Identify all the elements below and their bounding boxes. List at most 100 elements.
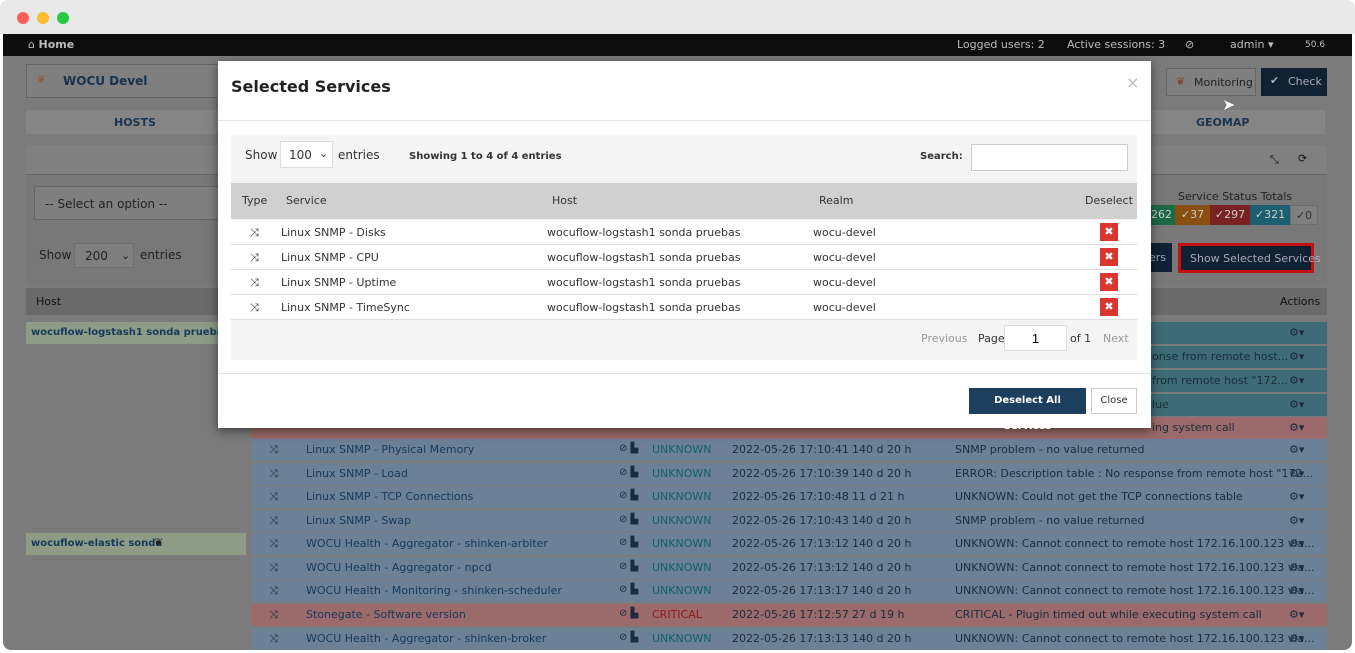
disable-and-graph-icons[interactable]: ⊘ ▙: [619, 514, 638, 525]
actions-gear-icon[interactable]: ⚙▾: [1289, 398, 1304, 411]
table-row[interactable]: ⤨ WOCU Health - Aggregator - npcd ⊘ ▙ UN…: [251, 557, 1327, 579]
deselect-button[interactable]: ✖: [1100, 298, 1118, 316]
badge-pending[interactable]: ✓0: [1290, 205, 1318, 225]
chevron-down-icon: ⌄: [121, 249, 131, 262]
table-row[interactable]: ⤨ Linux SNMP - TCP Connections ⊘ ▙ UNKNO…: [251, 486, 1327, 508]
monitoring-button[interactable]: ❦ Monitoring: [1166, 68, 1256, 96]
deselect-button[interactable]: ✖: [1100, 273, 1118, 291]
row-message: UNKNOWN: Could not get the TCP connectio…: [955, 490, 1243, 503]
check-circle-icon: ✔: [1270, 74, 1280, 87]
service-link[interactable]: Linux SNMP - Load: [306, 467, 408, 480]
disable-and-graph-icons[interactable]: ⊘ ▙: [619, 537, 638, 548]
actions-gear-icon[interactable]: ⚙▾: [1289, 374, 1304, 387]
badge-unknown[interactable]: ✓321: [1250, 205, 1290, 225]
status-label: UNKNOWN: [652, 490, 712, 503]
deselect-all-button[interactable]: Deselect All Services: [969, 388, 1086, 432]
tab-hosts[interactable]: HOSTS: [114, 116, 156, 129]
home-link[interactable]: ⌂ Home: [28, 38, 74, 51]
actions-gear-icon[interactable]: ⚙▾: [1289, 561, 1304, 574]
dashboard-icon[interactable]: ⊘: [1185, 38, 1194, 51]
actions-gear-icon[interactable]: ⚙▾: [1289, 350, 1304, 363]
actions-gear-icon[interactable]: ⚙▾: [1289, 490, 1304, 503]
status-totals-title: Service Status Totals: [1178, 190, 1293, 203]
minimize-window-button[interactable]: [37, 12, 49, 24]
actions-gear-icon[interactable]: ⚙▾: [1289, 421, 1304, 434]
actions-gear-icon[interactable]: ⚙▾: [1289, 467, 1304, 480]
divider: [218, 120, 1151, 121]
shuffle-icon: ⤨: [250, 251, 259, 264]
badge-critical[interactable]: ✓297: [1210, 205, 1250, 225]
divider: [218, 373, 1151, 374]
status-label: UNKNOWN: [652, 537, 712, 550]
shuffle-icon: ⤨: [269, 537, 278, 550]
disable-and-graph-icons[interactable]: ⊘ ▙: [619, 561, 638, 572]
disable-and-graph-icons[interactable]: ⊘ ▙: [619, 467, 638, 478]
host-cell[interactable]: wocuflow-logstash1 sonda pruebas: [26, 322, 246, 344]
show-selected-services-button[interactable]: Show Selected Services: [1178, 243, 1321, 273]
status-label: UNKNOWN: [652, 514, 712, 527]
active-sessions: Active sessions: 3: [1067, 38, 1166, 51]
option-select[interactable]: -- Select an option --: [34, 186, 224, 220]
host-cell[interactable]: wocuflow-elastic sonda ❦: [26, 533, 246, 555]
row-message: SNMP problem - no value returned: [955, 514, 1145, 527]
tab-geomap[interactable]: GEOMAP: [1196, 116, 1249, 129]
actions-gear-icon[interactable]: ⚙▾: [1289, 608, 1304, 621]
disable-and-graph-icons[interactable]: ⊘ ▙: [619, 490, 638, 501]
row-message: UNKNOWN: Cannot connect to remote host 1…: [955, 561, 1315, 574]
realm-selector[interactable]: ❦ WOCU Devel: [26, 64, 220, 98]
status-label: UNKNOWN: [652, 443, 712, 456]
service-link[interactable]: Linux SNMP - Swap: [306, 514, 411, 527]
disable-and-graph-icons[interactable]: ⊘ ▙: [619, 443, 638, 454]
table-row[interactable]: ⤨ Linux SNMP - Load ⊘ ▙ UNKNOWN 2022-05-…: [251, 463, 1327, 485]
wocu-logo-icon: ❦: [37, 73, 47, 86]
maximize-window-button[interactable]: [57, 12, 69, 24]
duration: 27 d 19 h: [852, 608, 905, 621]
service-link[interactable]: Stonegate - Software version: [306, 608, 466, 621]
service-link[interactable]: WOCU Health - Monitoring - shinken-sched…: [306, 584, 562, 597]
deselect-button[interactable]: ✖: [1100, 223, 1118, 241]
close-button[interactable]: Close: [1091, 388, 1137, 414]
table-row[interactable]: ⤨ WOCU Health - Aggregator - shinken-bro…: [251, 628, 1327, 650]
entries-info: Showing 1 to 4 of 4 entries: [409, 151, 562, 162]
table-row[interactable]: ⤨ Stonegate - Software version ⊘ ▙ CRITI…: [251, 604, 1327, 626]
duration: 140 d 20 h: [852, 443, 912, 456]
disable-and-graph-icons[interactable]: ⊘ ▙: [619, 632, 638, 643]
deselect-button[interactable]: ✖: [1100, 248, 1118, 266]
table-row[interactable]: ⤨ WOCU Health - Aggregator - shinken-arb…: [251, 533, 1327, 555]
actions-gear-icon[interactable]: ⚙▾: [1289, 584, 1304, 597]
user-menu[interactable]: admin ▾: [1230, 38, 1274, 51]
page-input[interactable]: [1004, 325, 1067, 351]
modal-search-input[interactable]: [971, 144, 1128, 171]
badge-ok[interactable]: 262: [1148, 205, 1175, 225]
service-link[interactable]: WOCU Health - Aggregator - shinken-arbit…: [306, 537, 548, 550]
next-button[interactable]: Next: [1103, 332, 1129, 345]
modal-entries-select[interactable]: 100 ⌄: [280, 141, 333, 168]
actions-gear-icon[interactable]: ⚙▾: [1289, 537, 1304, 550]
badge-warning[interactable]: ✓37: [1175, 205, 1210, 225]
disable-and-graph-icons[interactable]: ⊘ ▙: [619, 608, 638, 619]
table-row[interactable]: ⤨ Linux SNMP - Swap ⊘ ▙ UNKNOWN 2022-05-…: [251, 510, 1327, 532]
previous-button[interactable]: Previous: [921, 332, 968, 345]
close-window-button[interactable]: [17, 12, 29, 24]
check-button[interactable]: ✔ Check: [1261, 68, 1327, 96]
actions-gear-icon[interactable]: ⚙▾: [1289, 443, 1304, 456]
last-check: 2022-05-26 17:10:43: [732, 514, 849, 527]
service-link[interactable]: WOCU Health - Aggregator - npcd: [306, 561, 492, 574]
table-row[interactable]: ⤨ WOCU Health - Monitoring - shinken-sch…: [251, 580, 1327, 602]
service-link[interactable]: Linux SNMP - Physical Memory: [306, 443, 474, 456]
modal-table-header: Type Service Host Realm Deselect: [231, 183, 1137, 219]
actions-gear-icon[interactable]: ⚙▾: [1289, 632, 1304, 645]
service-link[interactable]: Linux SNMP - TCP Connections: [306, 490, 473, 503]
duration: 140 d 20 h: [852, 537, 912, 550]
actions-gear-icon[interactable]: ⚙▾: [1289, 514, 1304, 527]
table-row[interactable]: ⤨ Linux SNMP - Physical Memory ⊘ ▙ UNKNO…: [251, 439, 1327, 461]
modal-close-icon[interactable]: ×: [1126, 73, 1139, 92]
shuffle-icon: ⤨: [250, 301, 259, 314]
compress-icon[interactable]: ⤡: [1270, 153, 1279, 167]
service-link[interactable]: WOCU Health - Aggregator - shinken-broke…: [306, 632, 546, 645]
actions-gear-icon[interactable]: ⚙▾: [1289, 326, 1304, 339]
disable-and-graph-icons[interactable]: ⊘ ▙: [619, 584, 638, 595]
version: 50.6: [1305, 40, 1326, 50]
refresh-icon[interactable]: ⟳: [1298, 152, 1307, 165]
entries-select[interactable]: 200 ⌄: [74, 243, 134, 268]
